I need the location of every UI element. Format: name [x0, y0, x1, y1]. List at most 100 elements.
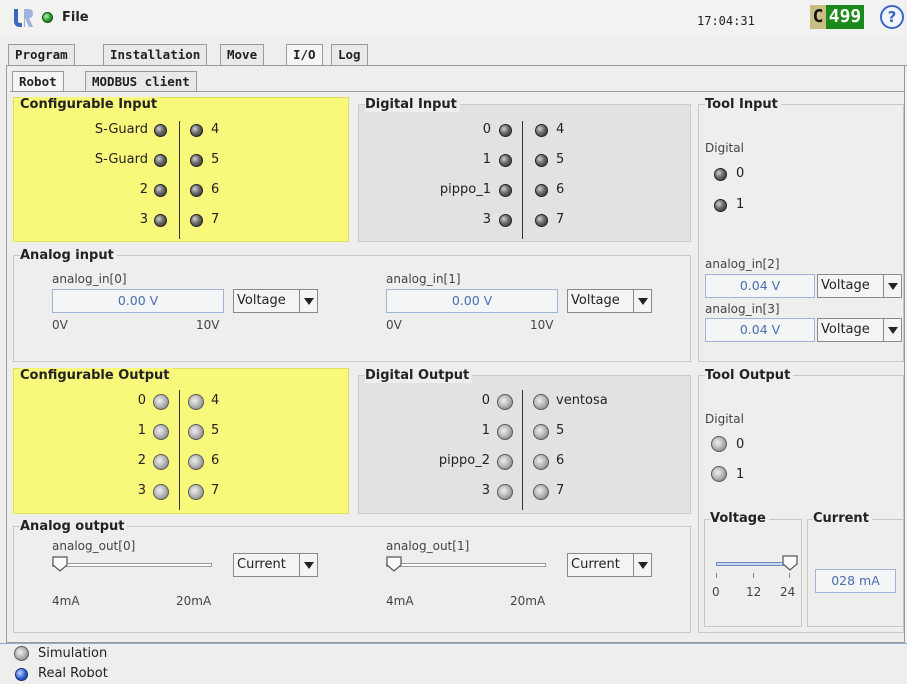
analog-in-0-mode-select[interactable]: Voltage — [233, 289, 318, 313]
tool-input-digital-label: Digital — [705, 141, 744, 155]
tick — [716, 573, 717, 578]
cfg-in-led-icon — [190, 214, 203, 227]
separator — [522, 121, 523, 239]
simulation-label[interactable]: Simulation — [38, 646, 107, 661]
dig-out-label: 6 — [556, 453, 565, 468]
tab-log[interactable]: Log — [331, 44, 368, 65]
dig-out-led-icon[interactable] — [533, 454, 549, 470]
dig-in-led-icon — [499, 214, 512, 227]
tick — [789, 573, 790, 578]
voltage-title: Voltage — [710, 511, 769, 526]
select-value: Current — [571, 557, 620, 572]
cfg-out-led-icon[interactable] — [188, 424, 204, 440]
real-robot-label[interactable]: Real Robot — [38, 666, 108, 681]
cfg-out-led-icon[interactable] — [188, 484, 204, 500]
cfg-in-led-icon — [190, 124, 203, 137]
analog-out-0-slider-thumb-icon[interactable] — [52, 556, 68, 572]
real-robot-radio-icon[interactable] — [15, 668, 28, 681]
dig-out-led-icon[interactable] — [497, 454, 513, 470]
cfg-in-label: 4 — [211, 122, 220, 137]
cfg-out-label: 1 — [137, 423, 146, 438]
chevron-down-icon — [299, 554, 317, 576]
cfg-in-label: 3 — [139, 212, 148, 227]
analog-out-0-mode-select[interactable]: Current — [233, 553, 318, 577]
dig-in-led-icon — [535, 184, 548, 197]
dig-out-label: ventosa — [556, 393, 608, 408]
dig-out-led-icon[interactable] — [533, 394, 549, 410]
dig-in-led-icon — [499, 124, 512, 137]
current-title: Current — [813, 511, 872, 526]
tick — [753, 573, 754, 578]
tool-output-digital-label: Digital — [705, 412, 744, 426]
separator — [179, 121, 180, 239]
dig-out-label: 3 — [481, 483, 490, 498]
voltage-slider-thumb-icon[interactable] — [782, 555, 798, 571]
dig-out-led-icon[interactable] — [533, 424, 549, 440]
tool-input-title: Tool Input — [705, 97, 781, 112]
status-led-icon — [42, 12, 53, 23]
voltage-slider-track[interactable] — [716, 562, 790, 566]
cfg-out-led-icon[interactable] — [153, 394, 169, 410]
select-value: Current — [237, 557, 286, 572]
cfg-out-led-icon[interactable] — [153, 424, 169, 440]
cfg-out-label: 2 — [137, 453, 146, 468]
dig-in-led-icon — [535, 214, 548, 227]
analog-in-0-label: analog_in[0] — [52, 272, 127, 286]
counter-number: 499 — [826, 5, 864, 29]
tool-out-label: 1 — [736, 467, 745, 482]
cfg-out-label: 3 — [137, 483, 146, 498]
analog-out-0-slider-track[interactable] — [52, 563, 212, 567]
cfg-out-led-icon[interactable] — [188, 454, 204, 470]
cfg-out-led-icon[interactable] — [153, 484, 169, 500]
dig-out-led-icon[interactable] — [497, 424, 513, 440]
analog-out-1-slider-thumb-icon[interactable] — [386, 556, 402, 572]
cfg-in-label: 7 — [211, 212, 220, 227]
analog-in-1-mode-select[interactable]: Voltage — [567, 289, 652, 313]
tool-out-led-icon[interactable] — [711, 436, 727, 452]
help-button[interactable]: ? — [880, 5, 904, 29]
analog-out-0-min: 4mA — [52, 594, 80, 608]
top-bar: File 17:04:31 C 499 ? — [0, 0, 907, 38]
tab-installation[interactable]: Installation — [103, 44, 208, 65]
file-menu[interactable]: File — [62, 10, 89, 25]
analog-in-2-value: 0.04 V — [705, 274, 815, 298]
analog-in-1-min: 0V — [386, 318, 402, 332]
dig-in-label: pippo_1 — [439, 182, 491, 197]
cfg-in-label: S-Guard — [94, 152, 148, 167]
tool-in-led-icon — [714, 199, 727, 212]
configurable-input-title: Configurable Input — [20, 97, 161, 112]
tab-move[interactable]: Move — [220, 44, 265, 65]
subtab-robot[interactable]: Robot — [12, 71, 64, 91]
cfg-in-led-icon — [154, 184, 167, 197]
analog-in-0-min: 0V — [52, 318, 68, 332]
cfg-out-led-icon[interactable] — [188, 394, 204, 410]
analog-in-3-mode-select[interactable]: Voltage — [817, 318, 902, 342]
analog-in-1-max: 10V — [530, 318, 554, 332]
dig-in-label: 4 — [556, 122, 565, 137]
digital-input-title: Digital Input — [365, 97, 460, 112]
tool-out-led-icon[interactable] — [711, 466, 727, 482]
analog-out-1-label: analog_out[1] — [386, 539, 470, 553]
dig-in-label: 6 — [556, 182, 565, 197]
analog-out-1-slider-track[interactable] — [386, 563, 546, 567]
dig-in-led-icon — [535, 124, 548, 137]
simulation-radio-icon[interactable] — [14, 646, 29, 661]
dig-out-led-icon[interactable] — [497, 484, 513, 500]
analog-in-2-mode-select[interactable]: Voltage — [817, 274, 902, 298]
dig-out-label: 7 — [556, 483, 565, 498]
dig-out-led-icon[interactable] — [497, 394, 513, 410]
subtab-modbus-client[interactable]: MODBUS client — [85, 71, 197, 91]
counter-letter: C — [810, 5, 826, 29]
dig-out-label: 1 — [481, 423, 490, 438]
dig-out-led-icon[interactable] — [533, 484, 549, 500]
cfg-out-led-icon[interactable] — [153, 454, 169, 470]
tab-program[interactable]: Program — [8, 44, 75, 65]
cfg-out-label: 5 — [211, 423, 220, 438]
analog-out-1-mode-select[interactable]: Current — [567, 553, 652, 577]
current-value: 028 mA — [815, 569, 896, 593]
analog-in-1-value: 0.00 V — [386, 289, 558, 313]
tool-in-led-icon — [714, 168, 727, 181]
analog-in-3-value: 0.04 V — [705, 318, 815, 342]
tab-io[interactable]: I/O — [286, 44, 323, 66]
subtab-divider — [10, 91, 905, 92]
